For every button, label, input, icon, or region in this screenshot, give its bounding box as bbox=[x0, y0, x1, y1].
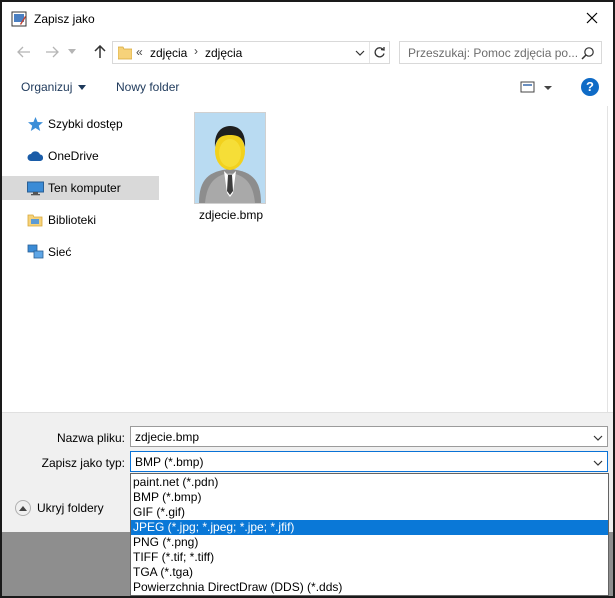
chevron-down-icon[interactable] bbox=[593, 432, 603, 442]
scrollbar-track[interactable] bbox=[607, 106, 608, 412]
sidebar-item-label: Ten komputer bbox=[48, 181, 121, 195]
file-type-dropdown-list: paint.net (*.pdn) BMP (*.bmp) GIF (*.gif… bbox=[130, 473, 609, 596]
arrow-left-icon bbox=[17, 46, 30, 58]
file-type-label: Zapisz jako typ: bbox=[41, 456, 125, 470]
file-type-option[interactable]: BMP (*.bmp) bbox=[131, 490, 608, 505]
file-type-option[interactable]: Powierzchnia DirectDraw (DDS) (*.dds) bbox=[131, 580, 608, 595]
filename-label: Nazwa pliku: bbox=[56, 431, 125, 445]
file-item[interactable] bbox=[194, 112, 266, 204]
close-button[interactable] bbox=[579, 6, 605, 30]
forward-button[interactable] bbox=[42, 42, 62, 62]
file-type-select[interactable]: BMP (*.bmp) bbox=[130, 451, 608, 472]
chevron-up-icon bbox=[15, 500, 31, 516]
sidebar-item-label: Sieć bbox=[48, 245, 72, 259]
help-button[interactable]: ? bbox=[581, 78, 599, 96]
breadcrumb-separator: › bbox=[194, 44, 198, 58]
library-icon bbox=[27, 212, 44, 228]
file-type-value: BMP (*.bmp) bbox=[135, 455, 204, 469]
window-title: Zapisz jako bbox=[34, 12, 95, 26]
command-bar: Organizuj Nowy folder ? bbox=[2, 70, 613, 106]
navigation-bar: « zdjęcia › zdjęcia Przeszukaj: Pomoc zd… bbox=[2, 36, 613, 70]
breadcrumb-item[interactable]: zdjęcia bbox=[150, 46, 187, 60]
close-icon bbox=[586, 12, 598, 24]
organize-button[interactable]: Organizuj bbox=[21, 80, 87, 94]
sidebar-item-label: OneDrive bbox=[48, 149, 99, 163]
chevron-down-icon bbox=[78, 85, 87, 91]
chevron-down-icon bbox=[355, 50, 365, 56]
filename-value: zdjecie.bmp bbox=[135, 430, 200, 444]
arrow-up-icon bbox=[94, 45, 106, 58]
file-type-option[interactable]: TGA (*.tga) bbox=[131, 565, 608, 580]
search-icon[interactable] bbox=[581, 46, 595, 60]
back-button[interactable] bbox=[14, 42, 34, 62]
file-type-option[interactable]: GIF (*.gif) bbox=[131, 505, 608, 520]
breadcrumb-overflow[interactable]: « bbox=[136, 45, 143, 59]
chevron-down-icon[interactable] bbox=[593, 457, 603, 467]
sidebar-item-onedrive[interactable]: OneDrive bbox=[2, 144, 159, 168]
file-list: zdjecie.bmp bbox=[164, 106, 604, 412]
star-icon bbox=[27, 116, 44, 132]
cloud-icon bbox=[27, 148, 44, 164]
view-options-icon bbox=[520, 81, 552, 93]
filename-field[interactable]: zdjecie.bmp bbox=[130, 426, 608, 447]
organize-label: Organizuj bbox=[21, 80, 73, 94]
refresh-icon bbox=[374, 47, 385, 58]
sidebar-item-this-pc[interactable]: Ten komputer bbox=[2, 176, 159, 200]
navigation-pane: Szybki dostęp OneDrive Ten komputer Bibl… bbox=[2, 106, 162, 412]
file-type-option[interactable]: PNG (*.png) bbox=[131, 535, 608, 550]
user-image-thumbnail bbox=[194, 112, 266, 204]
sidebar-item-libraries[interactable]: Biblioteki bbox=[2, 208, 159, 232]
save-as-dialog: Zapisz jako « zdjęcia › zdjęcia Przeszuk… bbox=[0, 0, 615, 598]
refresh-button[interactable] bbox=[369, 42, 389, 63]
file-type-option[interactable]: paint.net (*.pdn) bbox=[131, 475, 608, 490]
sidebar-item-label: Szybki dostęp bbox=[48, 117, 123, 131]
title-bar: Zapisz jako bbox=[2, 2, 613, 34]
sidebar-item-label: Biblioteki bbox=[48, 213, 97, 227]
file-type-option-highlighted[interactable]: JPEG (*.jpg; *.jpeg; *.jpe; *.jfif) bbox=[131, 520, 608, 535]
network-icon bbox=[27, 244, 44, 260]
sidebar-item-network[interactable]: Sieć bbox=[2, 240, 159, 264]
sidebar-item-quick-access[interactable]: Szybki dostęp bbox=[2, 112, 159, 136]
file-type-option[interactable]: TIFF (*.tif; *.tiff) bbox=[131, 550, 608, 565]
breadcrumb-item[interactable]: zdjęcia bbox=[205, 46, 242, 60]
new-folder-button[interactable]: Nowy folder bbox=[116, 80, 179, 94]
search-input[interactable]: Przeszukaj: Pomoc zdjęcia po... bbox=[399, 41, 602, 64]
computer-icon bbox=[27, 180, 44, 196]
chevron-down-icon bbox=[68, 49, 76, 54]
search-placeholder: Przeszukaj: Pomoc zdjęcia po... bbox=[408, 46, 579, 60]
recent-locations-button[interactable] bbox=[65, 42, 79, 62]
address-bar[interactable]: « zdjęcia › zdjęcia bbox=[112, 41, 390, 64]
file-name[interactable]: zdjecie.bmp bbox=[184, 208, 278, 222]
address-dropdown-button[interactable] bbox=[352, 43, 368, 63]
change-view-button[interactable] bbox=[519, 80, 559, 96]
paint-app-icon bbox=[11, 11, 27, 27]
arrow-right-icon bbox=[46, 46, 59, 58]
folder-icon bbox=[117, 45, 133, 60]
up-button[interactable] bbox=[90, 42, 110, 62]
hide-folders-label: Ukryj foldery bbox=[37, 501, 104, 515]
